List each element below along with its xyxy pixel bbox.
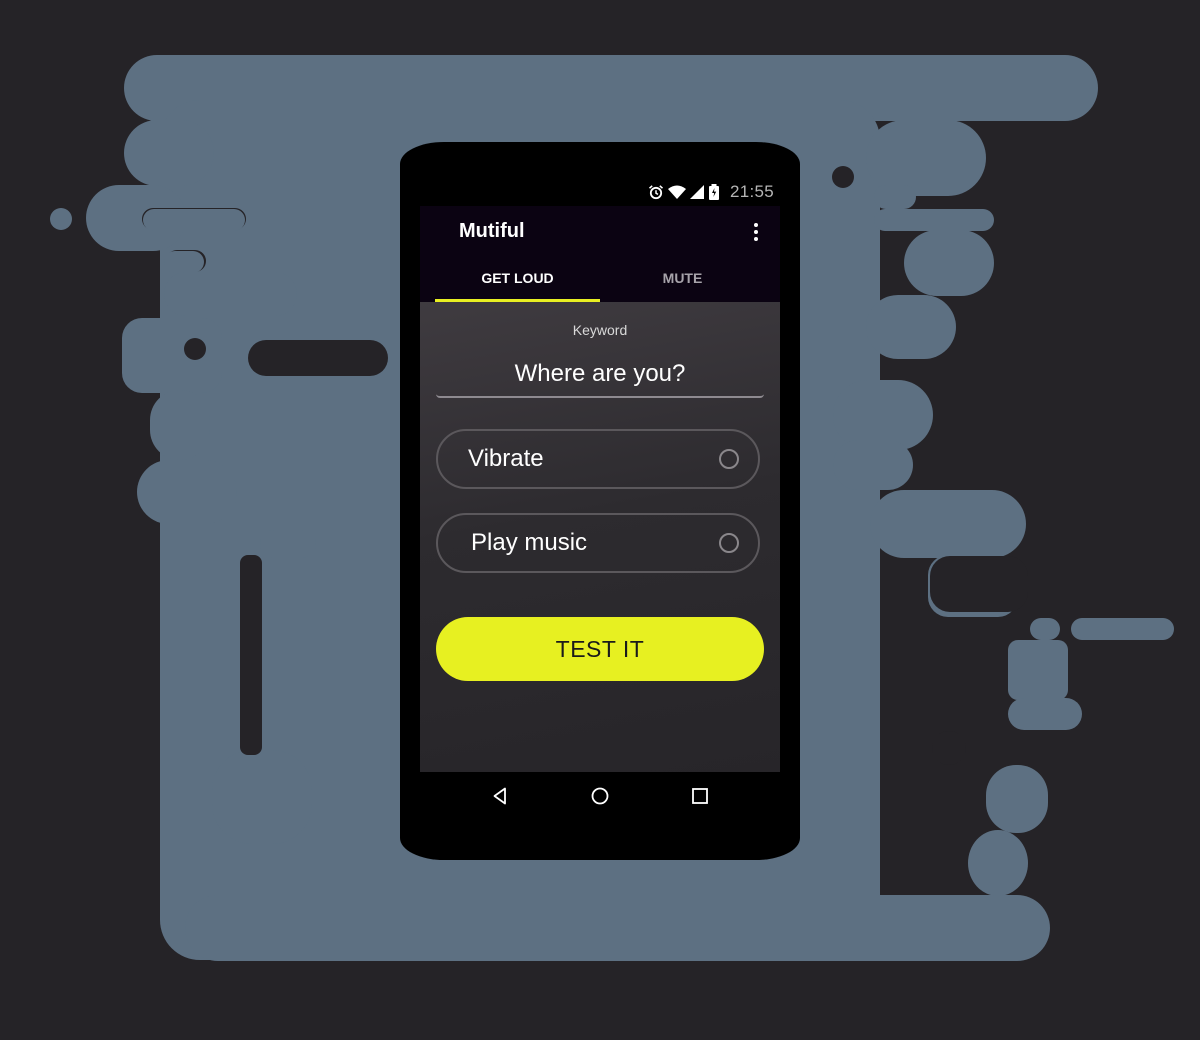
alarm-icon — [648, 185, 663, 200]
tab-get-loud[interactable]: GET LOUD — [435, 254, 600, 302]
vibrate-radio[interactable] — [719, 449, 739, 469]
tab-bar: GET LOUD MUTE — [435, 254, 765, 302]
navigation-bar — [420, 772, 780, 820]
menu-dot — [754, 230, 758, 234]
app-bar: Mutiful GET LOUD MUTE — [420, 206, 780, 302]
tab-mute[interactable]: MUTE — [600, 254, 765, 302]
menu-dot — [754, 237, 758, 241]
wifi-icon — [667, 185, 686, 199]
mockup-scene: 21:55 Mutiful GET LOUD MUTE Keyword Wher… — [0, 0, 1200, 1040]
test-it-button[interactable]: TEST IT — [436, 617, 764, 681]
app-title: Mutiful — [459, 220, 525, 242]
battery-icon — [708, 184, 719, 200]
phone-device: 21:55 Mutiful GET LOUD MUTE Keyword Wher… — [400, 142, 800, 860]
status-bar: 21:55 — [420, 178, 780, 206]
recents-icon[interactable] — [686, 782, 714, 810]
status-icons: 21:55 — [648, 182, 774, 202]
vibrate-label: Vibrate — [468, 445, 544, 472]
vibrate-option[interactable]: Vibrate — [436, 429, 760, 489]
menu-dot — [754, 223, 758, 227]
keyword-label: Keyword — [572, 322, 628, 338]
play-music-radio[interactable] — [719, 533, 739, 553]
back-icon[interactable] — [486, 782, 514, 810]
phone-screen: 21:55 Mutiful GET LOUD MUTE Keyword Wher… — [420, 178, 780, 772]
main-content: Keyword Vibrate Play music TEST IT — [420, 302, 780, 772]
play-music-label: Play music — [471, 529, 588, 556]
overflow-menu-icon[interactable] — [746, 218, 766, 246]
keyword-input[interactable] — [436, 352, 764, 398]
home-icon[interactable] — [586, 782, 614, 810]
play-music-option[interactable]: Play music — [436, 513, 760, 573]
status-time: 21:55 — [729, 182, 774, 201]
signal-icon — [689, 185, 704, 199]
